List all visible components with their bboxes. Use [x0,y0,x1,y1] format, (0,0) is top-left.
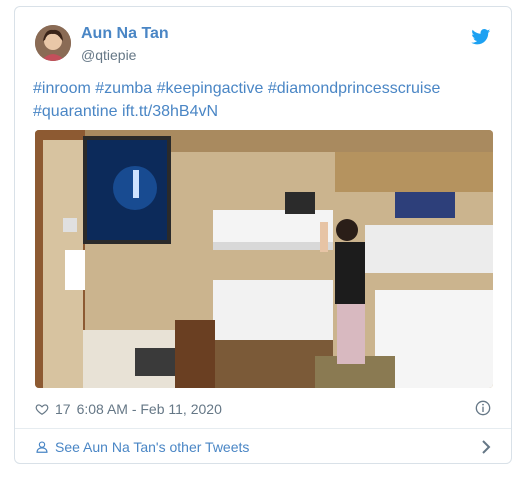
author-name[interactable]: Aun Na Tan [81,25,169,43]
twitter-bird-icon[interactable] [471,29,491,45]
hashtag-link[interactable]: #quarantine [33,103,118,120]
cabin-photo [35,130,493,388]
tweet-photo[interactable] [35,130,493,388]
footer-divider [15,428,511,429]
hashtag-link[interactable]: #inroom [33,80,91,97]
avatar[interactable] [35,25,71,61]
author-handle[interactable]: @qtiepie [81,47,136,63]
hashtag-link[interactable]: #keepingactive [157,80,264,97]
heart-icon[interactable] [35,402,49,416]
footer-link-row[interactable]: See Aun Na Tan's other Tweets [35,436,491,458]
tweet-meta: 17 6:08 AM - Feb 11, 2020 [35,399,222,419]
other-tweets-link[interactable]: See Aun Na Tan's other Tweets [55,439,249,455]
hashtag-link[interactable]: #zumba [95,80,152,97]
like-count[interactable]: 17 [55,401,71,417]
url-link[interactable]: ift.tt/38hB4vN [122,103,218,120]
tweet-text: #inroom #zumba #keepingactive #diamondpr… [33,77,495,123]
tweet-embed-card: Aun Na Tan @qtiepie #inroom #zumba #keep… [14,6,512,464]
info-icon[interactable] [475,400,491,416]
chevron-right-icon[interactable] [481,439,491,455]
avatar-image [35,25,71,61]
timestamp[interactable]: 6:08 AM - Feb 11, 2020 [77,401,222,417]
hashtag-link[interactable]: #diamondprincesscruise [268,80,441,97]
person-icon [36,441,48,453]
